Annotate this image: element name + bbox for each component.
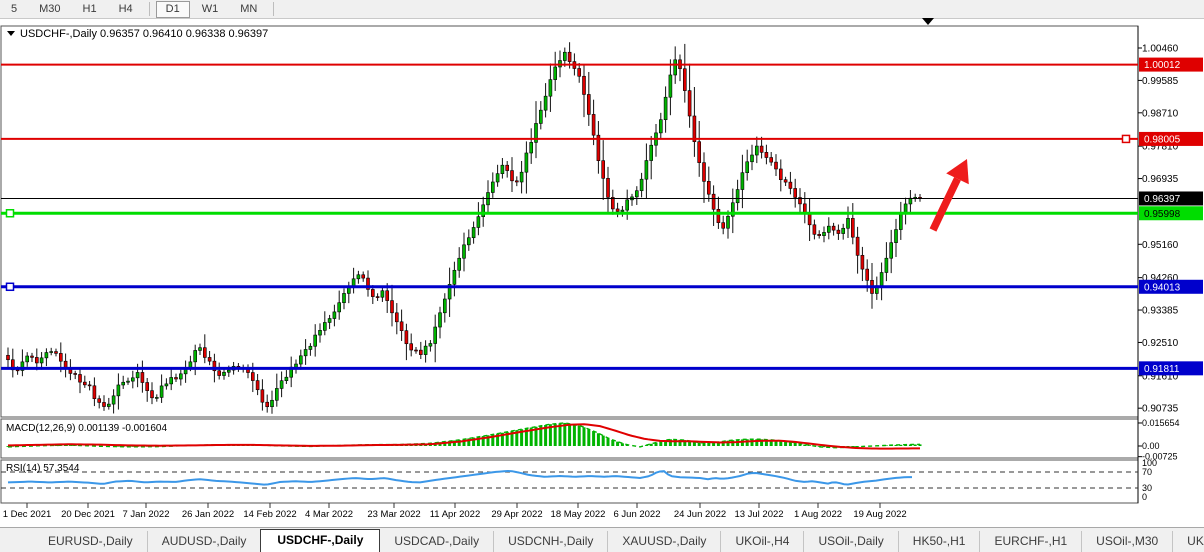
date-label: 19 Aug 2022: [853, 509, 906, 520]
date-label: 7 Jan 2022: [122, 509, 169, 520]
line-handle-0.95998[interactable]: [7, 210, 14, 217]
svg-text:0.96397: 0.96397: [1144, 194, 1181, 205]
line-handle-0.94013[interactable]: [7, 283, 14, 290]
rsi-label: RSI(14) 57.3544: [6, 463, 80, 474]
date-label: 1 Dec 2021: [3, 509, 52, 520]
price-badge-0.95998: 0.95998: [1139, 206, 1203, 220]
svg-text:1.00012: 1.00012: [1144, 60, 1181, 71]
tab-usdchf-daily[interactable]: USDCHF-,Daily: [260, 529, 380, 552]
date-label: 18 May 2022: [551, 509, 606, 520]
date-label: 23 Mar 2022: [367, 509, 420, 520]
price-badge-0.91811: 0.91811: [1139, 361, 1203, 375]
tab-audusd-daily[interactable]: AUDUSD-,Daily: [147, 531, 261, 552]
rsi-axis-label: 70: [1142, 467, 1152, 477]
price-tick-label: 0.92510: [1142, 338, 1179, 349]
date-label: 14 Feb 2022: [243, 509, 296, 520]
macd-axis-label: 0.015654: [1142, 418, 1180, 428]
macd-axis-label: 0.00: [1142, 441, 1160, 451]
price-tick-label: 0.99585: [1142, 76, 1179, 87]
date-axis: 1 Dec 2021 20 Dec 2021 7 Jan 2022 26 Jan 20…: [3, 503, 907, 520]
tab-xauusd-daily[interactable]: XAUUSD-,Daily: [607, 531, 720, 552]
line-handle-0.98005[interactable]: [1123, 135, 1130, 142]
price-tick-label: 1.00460: [1142, 44, 1179, 55]
date-label: 13 Jul 2022: [734, 509, 783, 520]
symbol-tabbar: EURUSD-,DailyAUDUSD-,DailyUSDCHF-,DailyU…: [0, 527, 1204, 552]
price-tick-label: 0.96935: [1142, 174, 1179, 185]
svg-text:0.95998: 0.95998: [1144, 209, 1181, 220]
date-label: 29 Apr 2022: [491, 509, 542, 520]
price-axis: 1.004600.995850.987100.978100.969350.951…: [1138, 44, 1180, 503]
tab-hk50-h1[interactable]: HK50-,H1: [898, 531, 980, 552]
ohlc-title: USDCHF-,Daily 0.96357 0.96410 0.96338 0.…: [20, 28, 268, 40]
price-tick-label: 0.95160: [1142, 240, 1179, 251]
tab-usoil-daily[interactable]: USOil-,Daily: [803, 531, 897, 552]
tab-eurusd-daily[interactable]: EURUSD-,Daily: [34, 531, 147, 552]
chart-shift-marker-icon[interactable]: [922, 18, 934, 25]
tab-eurchf-h1[interactable]: EURCHF-,H1: [979, 531, 1081, 552]
svg-text:0.91811: 0.91811: [1144, 364, 1180, 375]
price-badge-1.00012: 1.00012: [1139, 58, 1203, 72]
tab-usdcad-daily[interactable]: USDCAD-,Daily: [380, 531, 493, 552]
rsi-axis-label: 0: [1142, 492, 1147, 502]
tab-ukoil-h4[interactable]: UKOil-,H4: [720, 531, 803, 552]
price-tick-label: 0.90735: [1142, 404, 1179, 415]
chart-area[interactable]: 1.004600.995850.987100.978100.969350.951…: [0, 0, 1204, 527]
price-badge-0.98005: 0.98005: [1139, 132, 1203, 146]
date-label: 24 Jun 2022: [674, 509, 726, 520]
svg-text:0.98005: 0.98005: [1144, 134, 1181, 145]
date-label: 11 Apr 2022: [430, 509, 481, 520]
date-label: 6 Jun 2022: [613, 509, 660, 520]
date-label: 20 Dec 2021: [61, 509, 115, 520]
tab-usoil-m30[interactable]: USOil-,M30: [1081, 531, 1172, 552]
macd-label: MACD(12,26,9) 0.001139 -0.001604: [6, 423, 167, 434]
trading-platform-window: { "toolbar": { "timeframes": [ {"label":…: [0, 0, 1204, 552]
price-tick-label: 0.93385: [1142, 306, 1179, 317]
price-badge-0.94013: 0.94013: [1139, 280, 1203, 294]
main-panel: [1, 26, 1138, 417]
price-badge-0.96397: 0.96397: [1139, 191, 1203, 205]
date-label: 26 Jan 2022: [182, 509, 234, 520]
date-label: 1 Aug 2022: [794, 509, 842, 520]
tab-usdcnh-daily[interactable]: USDCNH-,Daily: [493, 531, 607, 552]
date-label: 4 Mar 2022: [305, 509, 353, 520]
svg-text:0.94013: 0.94013: [1144, 282, 1181, 293]
tab-ukoil-h1[interactable]: UKOil-,H1: [1172, 531, 1204, 552]
price-tick-label: 0.98710: [1142, 108, 1179, 119]
